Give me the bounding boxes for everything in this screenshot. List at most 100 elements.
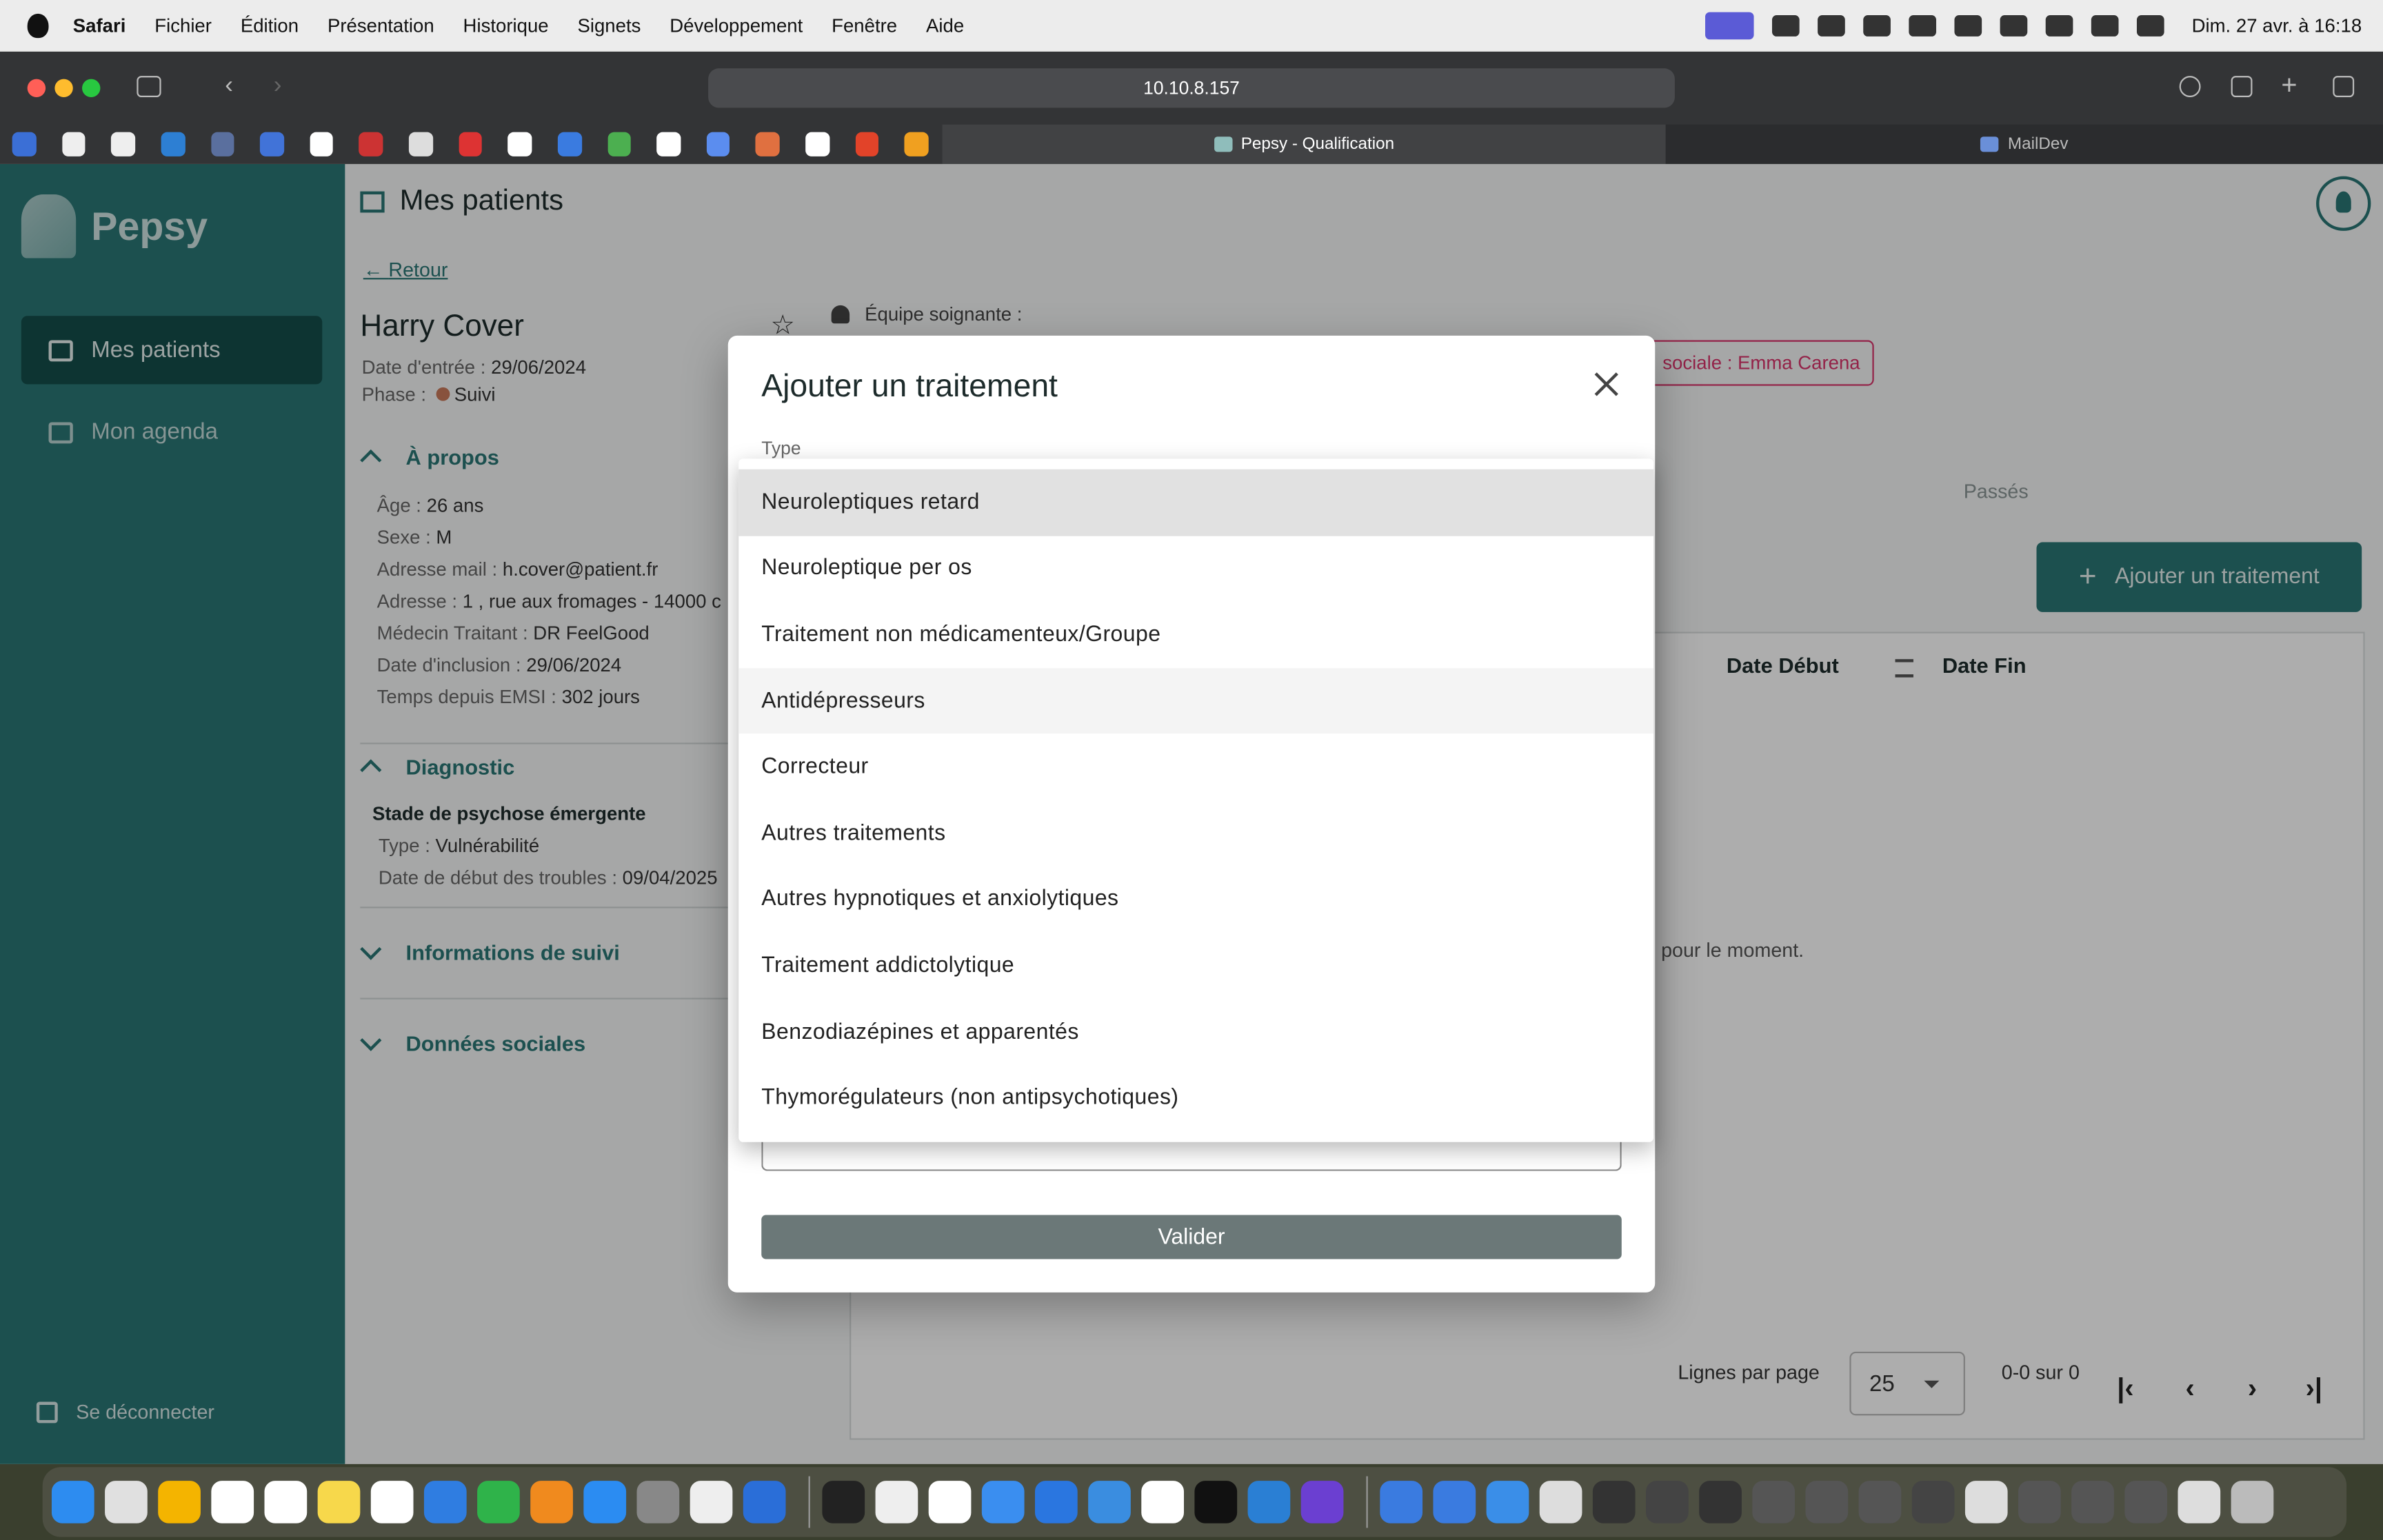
dropdown-option[interactable]: Traitement non médicamenteux/Groupe <box>738 602 1653 668</box>
docker-favicon-icon[interactable] <box>161 132 185 156</box>
window-thumbnail-icon[interactable] <box>2071 1481 2114 1523</box>
notes-icon[interactable] <box>317 1481 361 1523</box>
network-icon[interactable] <box>1380 1481 1423 1523</box>
dropdown-option[interactable]: Neuroleptique per os <box>738 536 1653 602</box>
downloads-icon[interactable] <box>2179 76 2201 98</box>
doc-favicon-icon[interactable] <box>408 132 433 156</box>
tab-overview-icon[interactable] <box>2333 76 2355 98</box>
gemini-favicon-icon[interactable] <box>706 132 730 156</box>
launchpad-icon[interactable] <box>105 1481 148 1523</box>
tab-pepsy[interactable]: Pepsy - Qualification <box>942 124 1666 164</box>
font-icon[interactable] <box>928 1481 972 1523</box>
globe-icon[interactable] <box>1433 1481 1476 1523</box>
dropdown-option[interactable]: Benzodiazépines et apparentés <box>738 999 1653 1065</box>
window-thumbnail-icon[interactable] <box>1539 1481 1582 1523</box>
close-icon[interactable] <box>1591 369 1622 399</box>
calendar-app-icon[interactable] <box>211 1481 254 1523</box>
notion-icon[interactable] <box>1141 1481 1184 1523</box>
reminders-icon[interactable] <box>264 1481 308 1523</box>
dropdown-option[interactable]: Autres hypnotiques et anxiolytiques <box>738 867 1653 933</box>
window-thumbnail-icon[interactable] <box>1699 1481 1742 1523</box>
grammarly-icon[interactable] <box>1772 15 1800 37</box>
dropdown-option[interactable]: Neuroleptiques retard <box>738 469 1654 536</box>
chrome-icon[interactable] <box>875 1481 918 1523</box>
apple-icon[interactable] <box>27 13 49 39</box>
github-desktop-icon[interactable] <box>1300 1481 1344 1523</box>
window-thumbnail-icon[interactable] <box>2018 1481 2061 1523</box>
jira-favicon-icon[interactable] <box>12 132 37 156</box>
back-arrow-icon[interactable]: ‹ <box>225 74 246 98</box>
window-thumbnail-icon[interactable] <box>1805 1481 1849 1523</box>
github-favicon-icon-2[interactable] <box>111 132 135 156</box>
close-window-button[interactable] <box>27 79 46 98</box>
red-favicon-icon[interactable] <box>359 132 383 156</box>
share-icon[interactable] <box>2231 76 2253 98</box>
dropdown-option[interactable]: Correcteur <box>738 734 1653 800</box>
vpn-icon[interactable] <box>1863 15 1891 37</box>
dropdown-option[interactable]: Traitement addictolytique <box>738 933 1653 999</box>
xcode-icon[interactable] <box>743 1481 786 1523</box>
chat-favicon-icon[interactable] <box>607 132 631 156</box>
dropdown-option[interactable]: Autres traitements <box>738 800 1653 867</box>
gmail-favicon-icon[interactable] <box>805 132 829 156</box>
battery-icon[interactable] <box>2000 15 2028 37</box>
pycharm-icon[interactable] <box>1194 1481 1238 1523</box>
menu-presentation[interactable]: Présentation <box>328 15 434 37</box>
window-thumbnail-icon[interactable] <box>1592 1481 1636 1523</box>
dropdown-option[interactable]: Antidépresseurs <box>738 667 1654 734</box>
markdown-icon[interactable] <box>1088 1481 1131 1523</box>
window-thumbnail-icon[interactable] <box>1752 1481 1796 1523</box>
photos-icon[interactable] <box>158 1481 201 1523</box>
new-tab-icon[interactable]: + <box>2281 72 2302 99</box>
window-thumbnail-icon[interactable] <box>1858 1481 1902 1523</box>
apple-favicon-icon[interactable] <box>507 132 532 156</box>
openai-favicon-icon[interactable] <box>656 132 681 156</box>
profile-favicon-icon[interactable] <box>210 132 234 156</box>
claude-favicon-icon[interactable] <box>756 132 780 156</box>
text-tool-icon[interactable] <box>1818 15 1846 37</box>
window-thumbnail-icon[interactable] <box>1964 1481 2008 1523</box>
finder-icon[interactable] <box>51 1481 94 1523</box>
mail-favicon-icon[interactable] <box>904 132 929 156</box>
gitlab-favicon-icon[interactable] <box>855 132 879 156</box>
menu-fichier[interactable]: Fichier <box>154 15 212 37</box>
address-bar[interactable]: 10.10.8.157 <box>708 68 1675 108</box>
safari-icon[interactable] <box>981 1481 1025 1523</box>
forward-arrow-icon[interactable]: › <box>274 74 295 98</box>
keynote-icon[interactable] <box>423 1481 467 1523</box>
privacy-icon[interactable] <box>690 1481 733 1523</box>
window-thumbnail-icon[interactable] <box>2178 1481 2221 1523</box>
pages-icon[interactable] <box>530 1481 573 1523</box>
numbers-icon[interactable] <box>477 1481 520 1523</box>
menu-aide[interactable]: Aide <box>926 15 964 37</box>
menu-fenetre[interactable]: Fenêtre <box>832 15 897 37</box>
menu-app[interactable]: Safari <box>73 15 126 37</box>
window-thumbnail-icon[interactable] <box>1646 1481 1689 1523</box>
vscode-icon[interactable] <box>1247 1481 1291 1523</box>
validate-button[interactable]: Valider <box>761 1215 1622 1259</box>
backup-icon[interactable] <box>1909 15 1937 37</box>
github-favicon-icon[interactable] <box>61 132 86 156</box>
minimize-window-button[interactable] <box>54 79 73 98</box>
menu-historique[interactable]: Historique <box>463 15 549 37</box>
window-thumbnail-icon[interactable] <box>1911 1481 1955 1523</box>
wifi-icon[interactable] <box>2045 15 2073 37</box>
tab-maildev[interactable]: MailDev <box>1665 124 2383 164</box>
terminal-icon[interactable] <box>822 1481 865 1523</box>
bitwarden-favicon-icon[interactable] <box>260 132 284 156</box>
bookmark-favicon-icon[interactable] <box>310 132 334 156</box>
app-store-icon[interactable] <box>583 1481 627 1523</box>
menu-signets[interactable]: Signets <box>577 15 641 37</box>
menu-developpement[interactable]: Développement <box>670 15 803 37</box>
folder-icon[interactable] <box>1486 1481 1529 1523</box>
zoom-window-button[interactable] <box>82 79 101 98</box>
netflix-favicon-icon[interactable] <box>458 132 483 156</box>
calendar-favicon-icon[interactable] <box>557 132 582 156</box>
sidebar-toggle-icon[interactable] <box>137 76 161 98</box>
dropdown-option[interactable]: Thymorégulateurs (non antipsychotiques) <box>738 1065 1653 1131</box>
control-center-icon[interactable] <box>2137 15 2164 37</box>
menubar-clock[interactable]: Dim. 27 avr. à 16:18 <box>2192 15 2362 37</box>
bluetooth-icon[interactable] <box>1954 15 1982 37</box>
menu-edition[interactable]: Édition <box>241 15 299 37</box>
spotlight-search-icon[interactable] <box>2091 15 2119 37</box>
